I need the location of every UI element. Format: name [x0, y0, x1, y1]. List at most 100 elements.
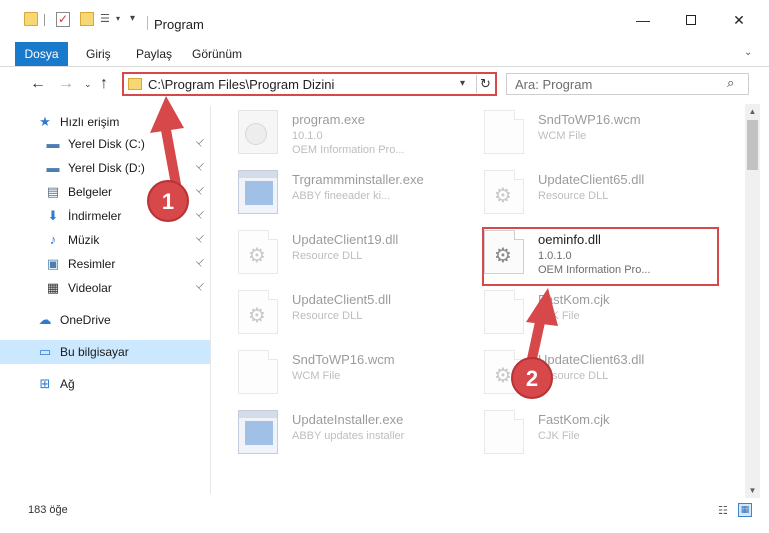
window-title: Program	[154, 17, 204, 32]
file-item[interactable]: SndToWP16.wcm WCM File	[468, 104, 698, 162]
ribbon-tabs: Dosya Giriş Paylaş Görünüm ⌄	[0, 40, 769, 66]
file-meta: 10.1.0	[292, 130, 323, 142]
sidebar-item[interactable]: ▣ Resimler ⊥	[0, 252, 210, 276]
pin-icon[interactable]: ⊥	[193, 136, 207, 150]
refresh-button[interactable]: ↻	[476, 75, 494, 93]
dll-file-icon: ⚙	[238, 230, 278, 274]
sidebar-item-label: Hızlı erişim	[60, 115, 120, 129]
dll-file-icon: ⚙	[238, 290, 278, 334]
title-bar: ✓ ☰ ▾ ▾ Program — ✕	[0, 0, 769, 40]
gear-icon: ⚙	[248, 305, 266, 327]
file-item[interactable]: UpdateInstaller.exe ABBY updates installe…	[222, 404, 452, 462]
sidebar-item[interactable]: ⬇ İndirmeler ⊥	[0, 204, 210, 228]
file-meta: WCM File	[538, 130, 587, 142]
sidebar-item[interactable]: ▬ Yerel Disk (C:) ⊥	[0, 132, 210, 156]
file-item[interactable]: ⚙ UpdateClient19.dll Resource DLL	[222, 224, 452, 282]
expand-ribbon-icon[interactable]: ⌄	[744, 47, 752, 58]
scrollbar-thumb[interactable]	[747, 120, 758, 170]
minimize-button[interactable]: —	[628, 10, 658, 30]
sidebar-item-label: Yerel Disk (C:)	[68, 137, 145, 151]
back-button[interactable]: ←	[30, 75, 46, 93]
vertical-scrollbar[interactable]: ▲ ▼	[745, 104, 760, 498]
recent-locations-button[interactable]: ⌄	[84, 79, 92, 90]
close-button[interactable]: ✕	[724, 10, 754, 30]
file-name: FastKom.cjk	[538, 412, 610, 427]
document-file-icon	[484, 410, 524, 454]
pin-icon[interactable]: ⊥	[193, 280, 207, 294]
file-item[interactable]: program.exe 10.1.0 OEM Information Pro...	[222, 104, 452, 162]
file-meta: ABBY fineeader ki...	[292, 190, 391, 202]
file-item[interactable]: ⚙ UpdateClient63.dll Resource DLL	[468, 344, 698, 402]
file-name: UpdateClient65.dll	[538, 172, 645, 187]
maximize-button[interactable]	[676, 10, 706, 30]
pin-icon[interactable]: ⊥	[193, 160, 207, 174]
file-item[interactable]: Trgrammminstaller.exe ABBY fineeader ki..…	[222, 164, 452, 222]
sidebar-item[interactable]: ▦ Videolar ⊥	[0, 276, 210, 300]
document-file-icon	[238, 350, 278, 394]
properties-icon[interactable]: ☰	[100, 12, 114, 26]
pin-icon[interactable]: ⊥	[193, 208, 207, 222]
quick-access-arrow-icon[interactable]: ▾	[116, 14, 120, 32]
tab-view[interactable]: Görünüm	[192, 42, 242, 66]
exe-file-icon	[238, 110, 278, 154]
window-titlebar-shape	[239, 171, 277, 178]
documents-icon: ▤	[46, 184, 60, 199]
sidebar-item-label: Belgeler	[68, 185, 113, 199]
sidebar-item[interactable]: ▭ Bu bilgisayar	[0, 340, 210, 364]
sidebar-item[interactable]: ▤ Belgeler ⊥	[0, 180, 210, 204]
sidebar-item-label: Müzik	[68, 233, 100, 247]
up-button[interactable]: ↑	[100, 75, 108, 93]
file-description: OEM Information Pro...	[292, 144, 405, 156]
drive-icon: ▬	[46, 160, 60, 175]
properties-checkbox-icon[interactable]: ✓	[56, 12, 70, 27]
new-folder-icon[interactable]	[80, 12, 94, 26]
cloud-icon: ☁	[38, 312, 52, 327]
file-item[interactable]: FastKom.cjk CJK File	[468, 284, 698, 342]
folder-icon[interactable]	[24, 12, 38, 26]
sidebar-item[interactable]: ♪ Müzik ⊥	[0, 228, 210, 252]
search-box[interactable]: Ara: Program ⌕	[506, 73, 749, 95]
sidebar-item[interactable]: ★ Hızlı erişim	[0, 110, 210, 134]
pin-icon[interactable]: ⊥	[193, 232, 207, 246]
details-view-icon[interactable]: ☷	[718, 504, 732, 517]
forward-button[interactable]: →	[58, 75, 74, 93]
gear-icon: ⚙	[494, 185, 512, 207]
sidebar-item-label: Ağ	[60, 377, 75, 391]
tab-file[interactable]: Dosya	[15, 42, 68, 66]
sidebar-item[interactable]: ⊞ Ağ	[0, 372, 210, 396]
installer-icon	[238, 170, 278, 214]
folder-icon	[128, 78, 142, 90]
search-input[interactable]: Ara: Program	[515, 77, 592, 92]
tab-share[interactable]: Paylaş	[136, 42, 172, 66]
file-meta: WCM File	[292, 370, 341, 382]
file-meta: Resource DLL	[538, 370, 609, 382]
pin-icon[interactable]: ⊥	[193, 256, 207, 270]
title-divider	[147, 16, 148, 30]
pane-divider[interactable]	[210, 106, 211, 494]
file-item[interactable]: FastKom.cjk CJK File	[468, 404, 698, 462]
address-bar[interactable]: C:\Program Files\Program Dizini ▾ ↻	[122, 72, 497, 96]
quick-access-divider	[44, 14, 45, 26]
scroll-down-icon[interactable]: ▼	[745, 483, 760, 498]
drive-icon: ▬	[46, 136, 60, 151]
gear-icon: ⚙	[248, 245, 266, 267]
navigation-bar: ← → ⌄ ↑ C:\Program Files\Program Dizini …	[0, 67, 769, 101]
sidebar-item[interactable]: ☁ OneDrive	[0, 308, 210, 332]
download-icon: ⬇	[47, 208, 59, 223]
tab-home[interactable]: Giriş	[86, 42, 111, 66]
file-name: Trgrammminstaller.exe	[292, 172, 424, 187]
customize-dropdown-icon[interactable]: ▾	[130, 13, 135, 31]
file-item[interactable]: ⚙ UpdateClient5.dll Resource DLL	[222, 284, 452, 342]
pin-icon[interactable]: ⊥	[193, 184, 207, 198]
tiles-view-icon[interactable]: ▦	[738, 503, 752, 517]
address-dropdown-icon[interactable]: ▾	[460, 78, 465, 89]
file-item[interactable]: SndToWP16.wcm WCM File	[222, 344, 452, 402]
address-path[interactable]: C:\Program Files\Program Dizini	[148, 77, 334, 92]
sidebar-item[interactable]: ▬ Yerel Disk (D:) ⊥	[0, 156, 210, 180]
document-file-icon	[484, 290, 524, 334]
search-icon[interactable]: ⌕	[727, 75, 734, 91]
scroll-up-icon[interactable]: ▲	[745, 104, 760, 119]
status-bar: 183 öğe ☷ ▦	[0, 500, 769, 522]
file-item[interactable]: ⚙ UpdateClient65.dll Resource DLL	[468, 164, 698, 222]
sidebar-item-label: Bu bilgisayar	[60, 345, 129, 359]
